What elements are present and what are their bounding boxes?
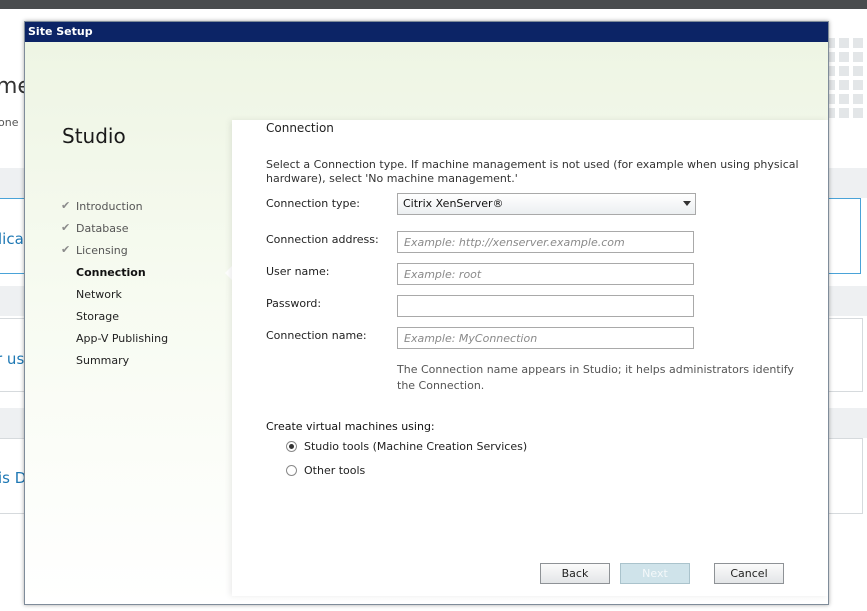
password-label: Password:: [266, 297, 322, 310]
step-label: Summary: [76, 354, 130, 367]
cancel-button[interactable]: Cancel: [714, 563, 784, 584]
background-page-subtitle: one: [0, 116, 19, 129]
back-button[interactable]: Back: [540, 563, 610, 584]
checkmark-icon: ✔: [61, 243, 71, 256]
create-vms-label: Create virtual machines using:: [266, 420, 435, 433]
connection-name-hint: The Connection name appears in Studio; i…: [397, 363, 794, 392]
step-label: Network: [76, 288, 122, 301]
connection-type-label: Connection type:: [266, 197, 361, 210]
step-label: Connection: [76, 266, 146, 279]
wizard-nav-title: Studio: [62, 124, 126, 148]
step-label: Database: [76, 222, 129, 235]
background-card-1-text: lica: [0, 230, 24, 248]
connection-panel: Connection Select a Connection type. If …: [232, 120, 828, 596]
dialog-body: Studio ✔ Introduction ✔ Database ✔ Licen…: [25, 42, 828, 604]
background-logo: [825, 38, 867, 118]
chevron-down-icon: [683, 201, 691, 206]
step-label: Introduction: [76, 200, 143, 213]
dialog-title: Site Setup: [25, 22, 828, 42]
user-name-input[interactable]: [397, 263, 694, 285]
connection-type-select[interactable]: Citrix XenServer®: [397, 193, 696, 215]
step-label: App-V Publishing: [76, 332, 169, 345]
connection-name-input[interactable]: [397, 327, 694, 349]
radio-label: Studio tools (Machine Creation Services): [304, 440, 528, 453]
connection-address-input[interactable]: [397, 231, 694, 253]
checkmark-icon: ✔: [61, 199, 71, 212]
radio-button[interactable]: [286, 465, 297, 476]
next-button[interactable]: Next: [620, 563, 690, 584]
radio-button-selected[interactable]: [286, 441, 297, 452]
connection-type-value: Citrix XenServer®: [403, 197, 504, 210]
radio-label: Other tools: [304, 464, 366, 477]
user-name-label: User name:: [266, 265, 330, 278]
connection-address-label: Connection address:: [266, 233, 379, 246]
step-label: Licensing: [76, 244, 128, 257]
instructions-text: Select a Connection type. If machine man…: [266, 158, 799, 185]
checkmark-icon: ✔: [61, 221, 71, 234]
password-input[interactable]: [397, 295, 694, 317]
background-card-3-text: is D: [0, 469, 27, 487]
connection-name-label: Connection name:: [266, 329, 367, 342]
background-top-bar: [0, 0, 867, 9]
background-card-2-text: r us: [0, 350, 25, 368]
current-step-pointer: [225, 266, 232, 280]
step-label: Storage: [76, 310, 120, 323]
site-setup-dialog: Site Setup Studio ✔ Introduction ✔ Datab…: [24, 21, 829, 605]
section-title: Connection: [266, 121, 334, 135]
